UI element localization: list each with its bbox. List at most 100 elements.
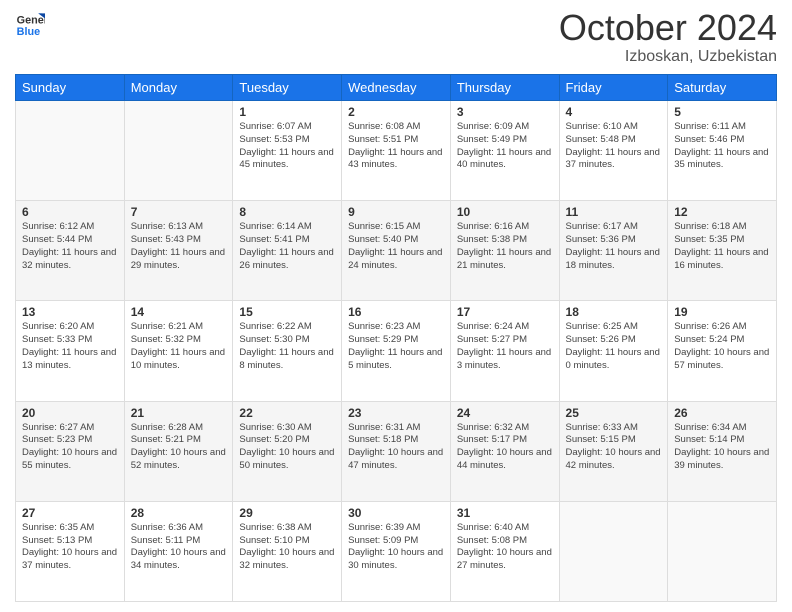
day-detail: Sunrise: 6:10 AM Sunset: 5:48 PM Dayligh… [566,121,662,172]
day-number: 29 [239,506,335,520]
day-detail: Sunrise: 6:18 AM Sunset: 5:35 PM Dayligh… [674,221,770,272]
day-number: 3 [457,105,553,119]
page: General Blue October 2024 Izboskan, Uzbe… [0,0,792,612]
day-number: 23 [348,406,444,420]
table-row: 5 Sunrise: 6:11 AM Sunset: 5:46 PM Daylig… [668,101,777,201]
day-detail: Sunrise: 6:33 AM Sunset: 5:15 PM Dayligh… [566,422,662,473]
day-detail: Sunrise: 6:24 AM Sunset: 5:27 PM Dayligh… [457,321,553,372]
month-title: October 2024 [559,10,777,46]
table-row: 17 Sunrise: 6:24 AM Sunset: 5:27 PM Dayli… [450,301,559,401]
table-row: 27Sunrise: 6:35 AM Sunset: 5:13 PM Dayli… [16,501,125,601]
day-detail: Sunrise: 6:07 AM Sunset: 5:53 PM Dayligh… [239,121,335,172]
day-detail: Sunrise: 6:26 AM Sunset: 5:24 PM Dayligh… [674,321,770,372]
day-number: 6 [22,205,118,219]
calendar-header-row: Sunday Monday Tuesday Wednesday Thursday… [16,75,777,101]
table-row: 31 Sunrise: 6:40 AM Sunset: 5:08 PM Dayli… [450,501,559,601]
table-row: 30Sunrise: 6:39 AM Sunset: 5:09 PM Dayli… [342,501,451,601]
day-number: 30 [348,506,444,520]
day-detail: Sunrise: 6:31 AM Sunset: 5:18 PM Dayligh… [348,422,444,473]
table-row: 4 Sunrise: 6:10 AM Sunset: 5:48 PM Daylig… [559,101,668,201]
day-number: 18 [566,305,662,319]
day-number: 31 [457,506,553,520]
day-number: 27 [22,506,118,520]
table-row: 19Sunrise: 6:26 AM Sunset: 5:24 PM Dayli… [668,301,777,401]
table-row: 7 Sunrise: 6:13 AM Sunset: 5:43 PM Daylig… [124,201,233,301]
table-row: 10Sunrise: 6:16 AM Sunset: 5:38 PM Dayli… [450,201,559,301]
col-thursday: Thursday [450,75,559,101]
table-row: 14 Sunrise: 6:21 AM Sunset: 5:32 PM Dayli… [124,301,233,401]
col-monday: Monday [124,75,233,101]
table-row: 21Sunrise: 6:28 AM Sunset: 5:21 PM Dayli… [124,401,233,501]
day-number: 24 [457,406,553,420]
day-detail: Sunrise: 6:14 AM Sunset: 5:41 PM Dayligh… [239,221,335,272]
day-number: 28 [131,506,227,520]
col-wednesday: Wednesday [342,75,451,101]
table-row: 11 Sunrise: 6:17 AM Sunset: 5:36 PM Dayli… [559,201,668,301]
day-number: 7 [131,205,227,219]
day-detail: Sunrise: 6:13 AM Sunset: 5:43 PM Dayligh… [131,221,227,272]
day-number: 26 [674,406,770,420]
table-row: 8 Sunrise: 6:14 AM Sunset: 5:41 PM Daylig… [233,201,342,301]
day-number: 10 [457,205,553,219]
day-number: 13 [22,305,118,319]
day-detail: Sunrise: 6:38 AM Sunset: 5:10 PM Dayligh… [239,522,335,573]
day-number: 4 [566,105,662,119]
table-row: 24Sunrise: 6:32 AM Sunset: 5:17 PM Dayli… [450,401,559,501]
table-row: 29 Sunrise: 6:38 AM Sunset: 5:10 PM Dayli… [233,501,342,601]
day-number: 1 [239,105,335,119]
day-number: 25 [566,406,662,420]
table-row [124,101,233,201]
day-detail: Sunrise: 6:28 AM Sunset: 5:21 PM Dayligh… [131,422,227,473]
table-row: 13 Sunrise: 6:20 AM Sunset: 5:33 PM Dayli… [16,301,125,401]
header: General Blue October 2024 Izboskan, Uzbe… [15,10,777,66]
table-row: 9 Sunrise: 6:15 AM Sunset: 5:40 PM Daylig… [342,201,451,301]
day-detail: Sunrise: 6:15 AM Sunset: 5:40 PM Dayligh… [348,221,444,272]
day-number: 17 [457,305,553,319]
day-number: 14 [131,305,227,319]
svg-text:Blue: Blue [17,26,40,38]
day-detail: Sunrise: 6:30 AM Sunset: 5:20 PM Dayligh… [239,422,335,473]
table-row: 15Sunrise: 6:22 AM Sunset: 5:30 PM Dayli… [233,301,342,401]
table-row [559,501,668,601]
table-row: 23 Sunrise: 6:31 AM Sunset: 5:18 PM Dayli… [342,401,451,501]
calendar-week-row: 20Sunrise: 6:27 AM Sunset: 5:23 PM Dayli… [16,401,777,501]
day-detail: Sunrise: 6:23 AM Sunset: 5:29 PM Dayligh… [348,321,444,372]
day-detail: Sunrise: 6:25 AM Sunset: 5:26 PM Dayligh… [566,321,662,372]
day-number: 20 [22,406,118,420]
table-row: 6Sunrise: 6:12 AM Sunset: 5:44 PM Daylig… [16,201,125,301]
title-area: October 2024 Izboskan, Uzbekistan [559,10,777,66]
location: Izboskan, Uzbekistan [559,48,777,66]
table-row [16,101,125,201]
calendar-week-row: 13 Sunrise: 6:20 AM Sunset: 5:33 PM Dayli… [16,301,777,401]
table-row [668,501,777,601]
calendar-week-row: 27Sunrise: 6:35 AM Sunset: 5:13 PM Dayli… [16,501,777,601]
table-row: 18 Sunrise: 6:25 AM Sunset: 5:26 PM Dayli… [559,301,668,401]
col-friday: Friday [559,75,668,101]
table-row: 20Sunrise: 6:27 AM Sunset: 5:23 PM Dayli… [16,401,125,501]
table-row: 22Sunrise: 6:30 AM Sunset: 5:20 PM Dayli… [233,401,342,501]
day-detail: Sunrise: 6:36 AM Sunset: 5:11 PM Dayligh… [131,522,227,573]
col-tuesday: Tuesday [233,75,342,101]
table-row: 3 Sunrise: 6:09 AM Sunset: 5:49 PM Daylig… [450,101,559,201]
day-number: 9 [348,205,444,219]
calendar-week-row: 6Sunrise: 6:12 AM Sunset: 5:44 PM Daylig… [16,201,777,301]
svg-text:General: General [17,14,45,26]
calendar-table: Sunday Monday Tuesday Wednesday Thursday… [15,74,777,602]
day-detail: Sunrise: 6:08 AM Sunset: 5:51 PM Dayligh… [348,121,444,172]
day-detail: Sunrise: 6:17 AM Sunset: 5:36 PM Dayligh… [566,221,662,272]
calendar-week-row: 1 Sunrise: 6:07 AM Sunset: 5:53 PM Daylig… [16,101,777,201]
day-detail: Sunrise: 6:40 AM Sunset: 5:08 PM Dayligh… [457,522,553,573]
day-number: 8 [239,205,335,219]
day-number: 15 [239,305,335,319]
day-number: 5 [674,105,770,119]
day-number: 11 [566,205,662,219]
table-row: 12Sunrise: 6:18 AM Sunset: 5:35 PM Dayli… [668,201,777,301]
day-detail: Sunrise: 6:11 AM Sunset: 5:46 PM Dayligh… [674,121,770,172]
day-detail: Sunrise: 6:20 AM Sunset: 5:33 PM Dayligh… [22,321,118,372]
table-row: 25 Sunrise: 6:33 AM Sunset: 5:15 PM Dayli… [559,401,668,501]
day-number: 16 [348,305,444,319]
day-detail: Sunrise: 6:09 AM Sunset: 5:49 PM Dayligh… [457,121,553,172]
table-row: 2Sunrise: 6:08 AM Sunset: 5:51 PM Daylig… [342,101,451,201]
day-detail: Sunrise: 6:21 AM Sunset: 5:32 PM Dayligh… [131,321,227,372]
table-row: 26Sunrise: 6:34 AM Sunset: 5:14 PM Dayli… [668,401,777,501]
